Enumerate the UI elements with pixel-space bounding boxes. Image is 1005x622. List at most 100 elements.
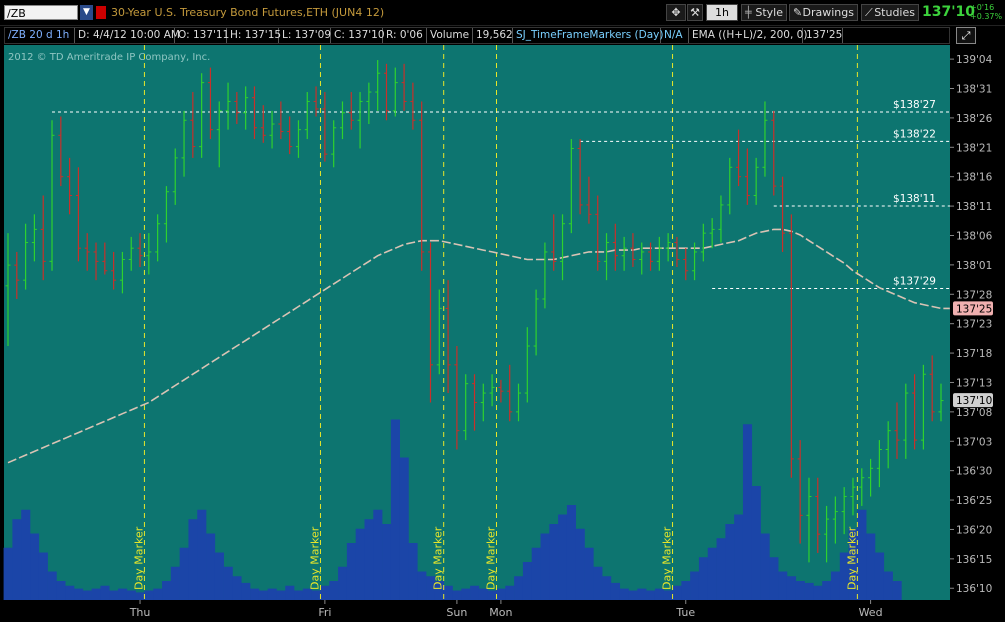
volume-bar [65, 585, 75, 600]
price-tick-label: 136'25 [956, 495, 992, 507]
time-tick-label: Wed [859, 606, 883, 619]
ema-study-name[interactable]: EMA ((H+L)/2, 200, 0) [689, 28, 807, 43]
volume-bar [610, 582, 621, 600]
flag-icon[interactable] [96, 6, 106, 19]
volume-bar [637, 588, 647, 600]
time-tick-label: Fri [318, 606, 331, 619]
volume-bar [153, 588, 163, 600]
volume-bar [214, 552, 224, 600]
price-chart[interactable]: 2012 © TD Ameritrade IP Company, Inc. Da… [0, 45, 1005, 622]
volume-bar [487, 590, 497, 600]
volume-bar [179, 547, 189, 600]
price-level-label: $138'22 [893, 128, 936, 140]
volume-bar [276, 590, 286, 600]
volume-bar [725, 524, 735, 600]
volume-bar [3, 547, 13, 600]
price-tick-label: 136'20 [956, 524, 992, 536]
open-value: O: 137'11 [175, 28, 229, 43]
style-button[interactable]: ╪ Style [741, 4, 787, 21]
volume-bar [223, 566, 233, 600]
volume-bar [830, 571, 841, 600]
volume-bar [135, 592, 145, 600]
studies-icon: ⟋ [865, 6, 873, 19]
study-name[interactable]: SJ_TimeFrameMarkers (Day) [513, 28, 663, 43]
volume-bar [329, 581, 339, 600]
chart-toolbar: /ZB ▼ 30-Year U.S. Treasury Bond Futures… [0, 0, 1005, 26]
volume-bar [56, 581, 66, 600]
symbol-input[interactable]: /ZB [4, 5, 78, 20]
price-axis: 139'04 138'31 138'26 138'21 138'16 138'11 138'… [950, 45, 1005, 622]
volume-bar [857, 509, 867, 600]
volume-bar [866, 533, 876, 600]
pencil-icon: ✎ [793, 6, 803, 19]
crosshair-icon[interactable]: ✥ [666, 4, 686, 21]
volume-bar [892, 581, 902, 600]
price-tick-label: 137'03 [956, 436, 992, 448]
price-tick-label: 137'23 [956, 319, 992, 331]
volume-bar [769, 557, 779, 600]
volume-bar [38, 552, 48, 600]
day-marker-label: Day Marker [132, 526, 145, 590]
day-marker-label: Day Marker [308, 526, 321, 590]
net-change: +0'16 [970, 3, 995, 12]
volume-bar [399, 457, 409, 600]
volume-bar [452, 590, 462, 600]
volume-bar [531, 547, 541, 600]
volume-bar [408, 543, 418, 600]
volume-bar [707, 547, 717, 600]
ema-badge-label: 137'25 [956, 303, 992, 315]
volume-bar [285, 585, 295, 600]
volume-bar [690, 571, 700, 600]
timeframe-button[interactable]: 1h [706, 4, 738, 21]
volume-bar [874, 552, 885, 600]
price-tick-label: 138'31 [956, 84, 992, 96]
volume-bar [522, 562, 533, 600]
volume-bar [258, 590, 268, 600]
volume-bar [716, 538, 726, 600]
symbol-dropdown-button[interactable]: ▼ [80, 5, 93, 20]
price-tick-label: 138'26 [956, 113, 993, 125]
volume-bar [778, 571, 788, 600]
volume-bar [742, 424, 753, 600]
volume-bar [646, 590, 656, 600]
volume-bar [144, 590, 154, 600]
day-marker-label: Day Marker [845, 526, 858, 590]
time-axis: Thu Fri Sun Mon Tue Wed [0, 600, 950, 622]
symbol-description: 30-Year U.S. Treasury Bond Futures,ETH (… [111, 6, 385, 19]
volume-bar [338, 566, 348, 600]
volume-bar [575, 528, 585, 600]
volume-value: 19,562 [473, 28, 513, 43]
volume-bar [795, 581, 805, 600]
volume-bar [170, 566, 180, 600]
price-tick-label: 138'06 [956, 230, 993, 242]
time-tick-label: Mon [489, 606, 512, 619]
wrench-icon[interactable]: ⚒ [687, 4, 703, 21]
style-label: Style [755, 6, 783, 19]
price-tick-label: 136'30 [956, 466, 992, 478]
price-tick-label: 137'13 [956, 377, 992, 389]
expand-chart-icon[interactable]: ⤢ [956, 27, 976, 44]
volume-bar [698, 557, 709, 600]
study-value: N/A [661, 28, 689, 43]
drawings-button[interactable]: ✎ Drawings [789, 4, 858, 21]
day-marker-label: Day Marker [485, 526, 498, 590]
volume-bar [558, 514, 568, 600]
volume-bar [188, 519, 198, 600]
copyright-text: 2012 © TD Ameritrade IP Company, Inc. [8, 52, 210, 63]
studies-button[interactable]: ⟋ Studies [861, 4, 919, 21]
volume-bar [734, 514, 744, 600]
volume-bar [461, 588, 471, 600]
price-tick-label: 138'21 [956, 142, 992, 154]
price-tick-label: 136'10 [956, 583, 992, 595]
volume-bar [390, 419, 400, 600]
volume-bar [250, 588, 260, 600]
volume-bar [804, 582, 814, 600]
volume-bar [584, 547, 594, 600]
chart-id: /ZB 20 d 1h [5, 28, 75, 43]
volume-bar [74, 588, 84, 600]
volume-bar [320, 585, 330, 600]
volume-bar [126, 590, 136, 600]
volume-bar [514, 576, 524, 600]
volume-bar [232, 576, 242, 600]
price-tick-label: 137'18 [956, 348, 992, 360]
